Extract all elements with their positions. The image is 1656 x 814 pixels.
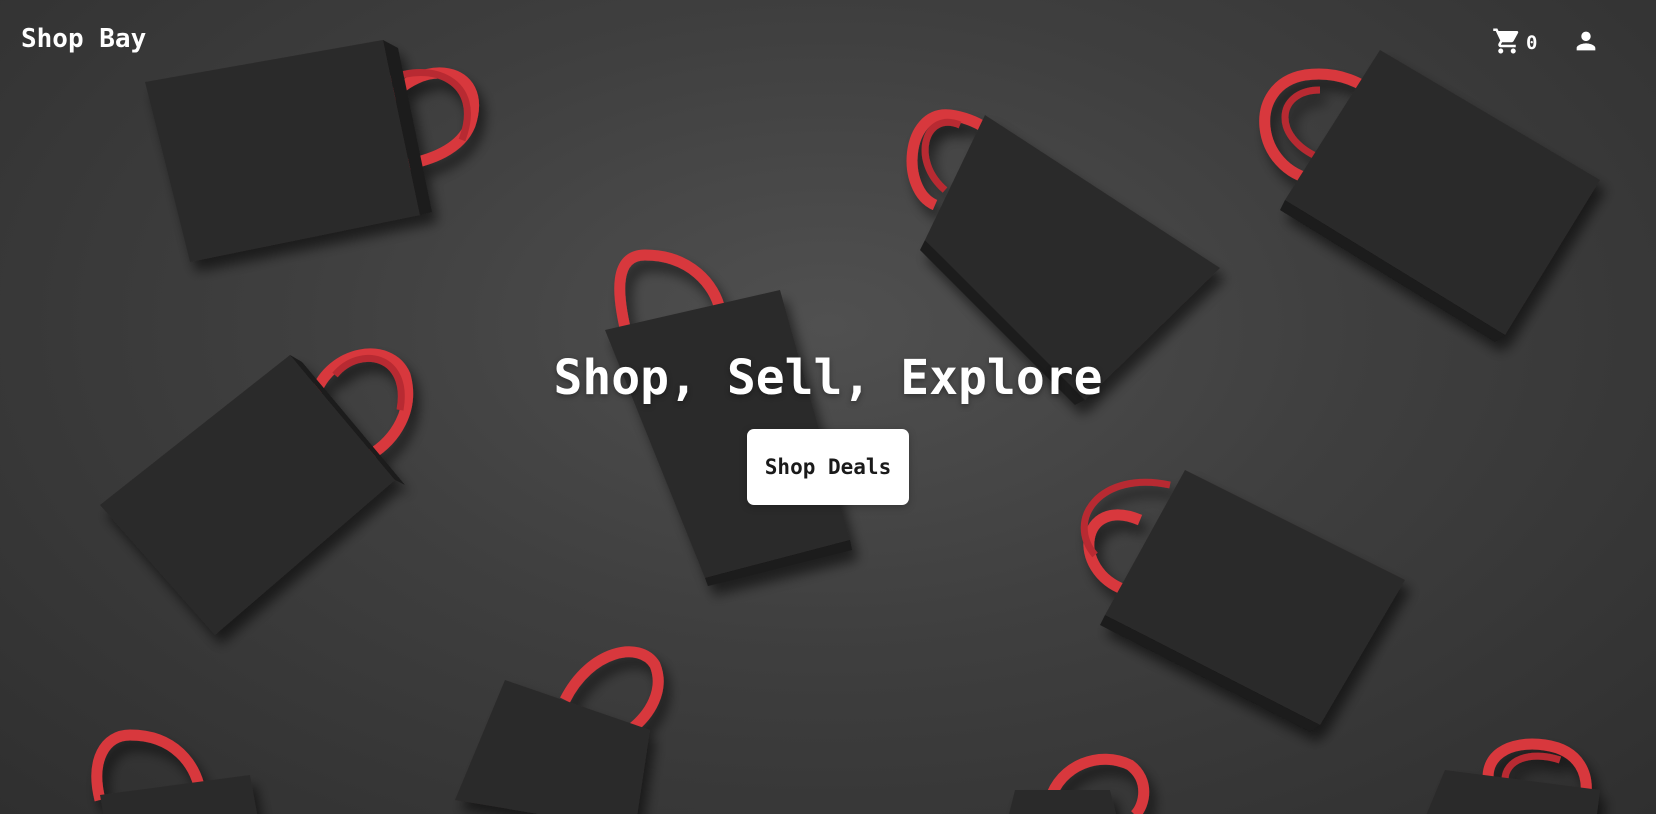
shop-deals-button[interactable]: Shop Deals	[747, 429, 909, 505]
brand-logo-link[interactable]: Shop Bay	[21, 24, 146, 54]
bag-decoration	[1259, 50, 1600, 342]
cart-count-badge: 0	[1526, 32, 1538, 54]
cart-link[interactable]: 0	[1492, 27, 1537, 59]
hero-section: Shop Bay 0 Shop, Sell, Explore Shop Deal…	[0, 0, 1656, 814]
bag-decoration	[605, 249, 852, 586]
user-account-icon	[1572, 27, 1600, 60]
user-account-link[interactable]	[1571, 28, 1601, 58]
hero-background-image	[91, 40, 1600, 814]
bag-decoration	[1426, 738, 1600, 814]
hero-headline: Shop, Sell, Explore	[553, 350, 1103, 406]
shopping-cart-icon	[1492, 26, 1522, 61]
top-navbar: Shop Bay 0	[0, 0, 1656, 86]
bag-decoration	[91, 729, 258, 814]
bag-decoration	[1009, 753, 1150, 814]
bag-decoration	[455, 646, 664, 814]
bag-decoration	[1080, 470, 1405, 732]
